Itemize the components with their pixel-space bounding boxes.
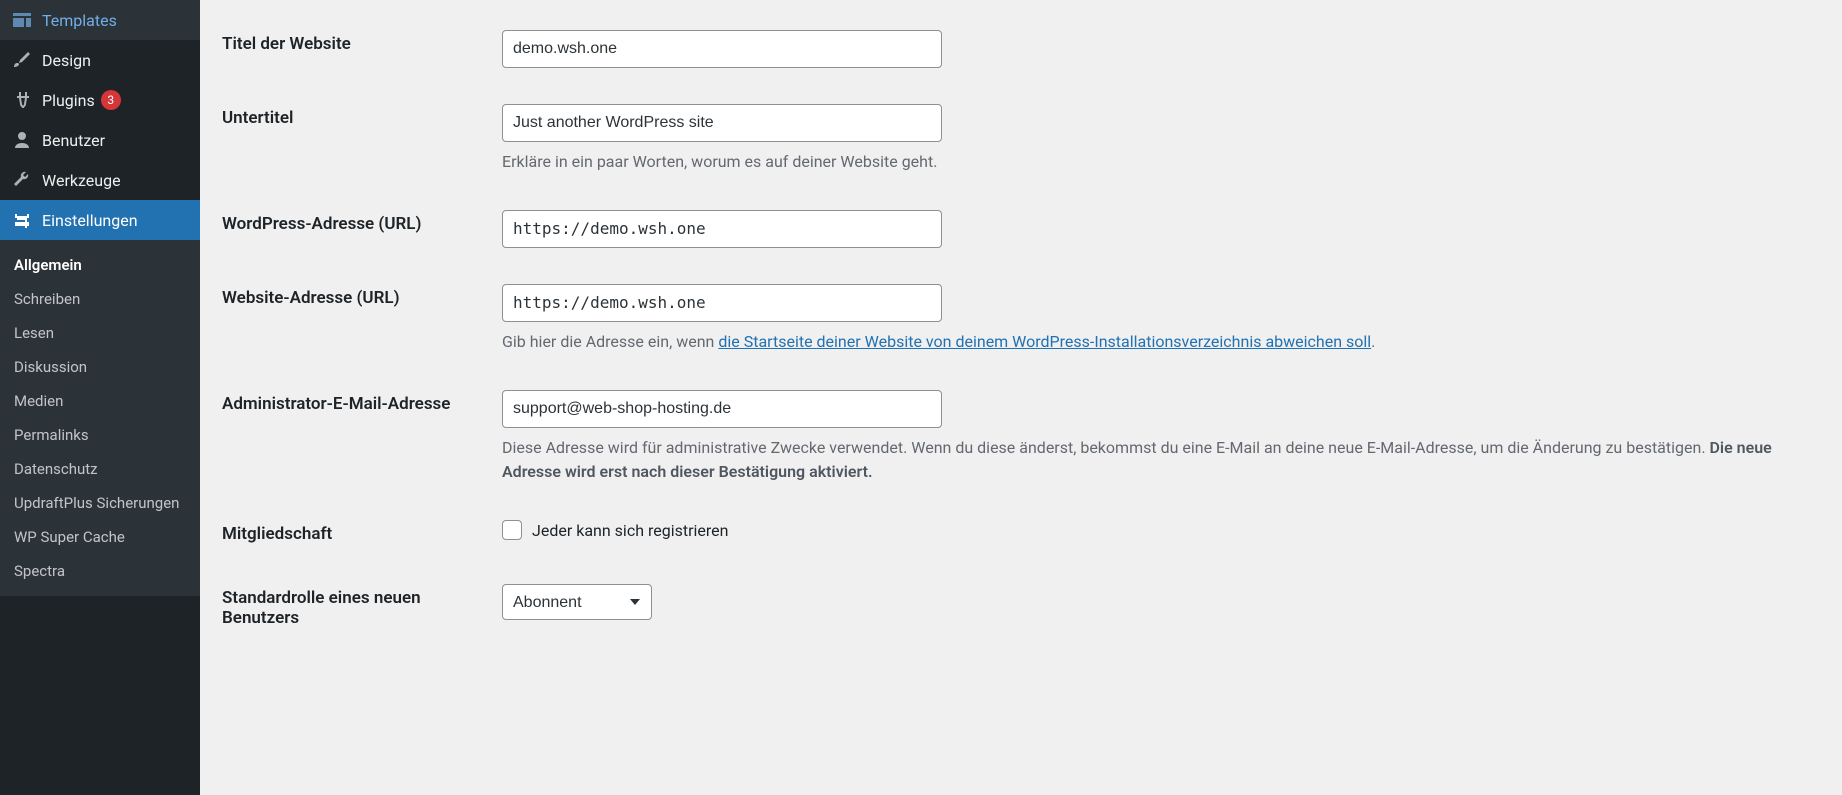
sidebar-item-users[interactable]: Benutzer <box>0 120 200 160</box>
submenu-item-writing[interactable]: Schreiben <box>0 282 200 316</box>
site-title-input[interactable] <box>502 30 942 68</box>
siteurl-help-link[interactable]: die Startseite deiner Website von deinem… <box>718 332 1371 351</box>
siteurl-help-post: . <box>1371 332 1375 351</box>
sidebar-item-label: Benutzer <box>42 131 105 150</box>
default-role-select[interactable]: Abonnent <box>502 584 652 620</box>
membership-label: Mitgliedschaft <box>222 502 492 566</box>
sidebar-item-templates[interactable]: Templates <box>0 0 200 40</box>
submenu-item-media[interactable]: Medien <box>0 384 200 418</box>
sidebar-item-label: Werkzeuge <box>42 171 121 190</box>
membership-checkbox[interactable] <box>502 520 522 540</box>
submenu-item-wpsupercache[interactable]: WP Super Cache <box>0 520 200 554</box>
plug-icon <box>12 90 32 110</box>
admin-sidebar: Templates Design Plugins 3 Benutzer Werk… <box>0 0 200 795</box>
tagline-input[interactable] <box>502 104 942 142</box>
sliders-icon <box>12 210 32 230</box>
sidebar-item-label: Einstellungen <box>42 211 138 230</box>
tagline-help: Erkläre in ein paar Worten, worum es auf… <box>502 150 1810 174</box>
brush-icon <box>12 50 32 70</box>
wrench-icon <box>12 170 32 190</box>
wpurl-label: WordPress-Adresse (URL) <box>222 192 492 266</box>
admin-email-input[interactable] <box>502 390 942 428</box>
siteurl-label: Website-Adresse (URL) <box>222 266 492 372</box>
templates-icon <box>12 10 32 30</box>
submenu-item-spectra[interactable]: Spectra <box>0 554 200 588</box>
sidebar-item-tools[interactable]: Werkzeuge <box>0 160 200 200</box>
sidebar-item-plugins[interactable]: Plugins 3 <box>0 80 200 120</box>
submenu-item-privacy[interactable]: Datenschutz <box>0 452 200 486</box>
siteurl-help: Gib hier die Adresse ein, wenn die Start… <box>502 330 1810 354</box>
default-role-label: Standardrolle eines neuen Benutzers <box>222 566 492 650</box>
update-badge: 3 <box>101 90 121 110</box>
tagline-label: Untertitel <box>222 86 492 192</box>
admin-email-label: Administrator-E-Mail-Adresse <box>222 372 492 502</box>
wpurl-input[interactable] <box>502 210 942 248</box>
sidebar-item-design[interactable]: Design <box>0 40 200 80</box>
submenu-item-discussion[interactable]: Diskussion <box>0 350 200 384</box>
siteurl-help-pre: Gib hier die Adresse ein, wenn <box>502 332 718 351</box>
sidebar-item-label: Templates <box>42 11 117 30</box>
submenu-item-updraftplus[interactable]: UpdraftPlus Sicherungen <box>0 486 200 520</box>
admin-email-help: Diese Adresse wird für administrative Zw… <box>502 436 1810 484</box>
admin-email-help-pre: Diese Adresse wird für administrative Zw… <box>502 438 1710 457</box>
membership-checkbox-label[interactable]: Jeder kann sich registrieren <box>502 520 728 540</box>
general-settings-form: Titel der Website Untertitel Erkläre in … <box>222 12 1820 650</box>
settings-submenu: Allgemein Schreiben Lesen Diskussion Med… <box>0 240 200 596</box>
submenu-item-general[interactable]: Allgemein <box>0 248 200 282</box>
siteurl-input[interactable] <box>502 284 942 322</box>
sidebar-item-label: Plugins <box>42 91 95 110</box>
submenu-item-reading[interactable]: Lesen <box>0 316 200 350</box>
membership-checkbox-text: Jeder kann sich registrieren <box>532 521 728 540</box>
site-title-label: Titel der Website <box>222 12 492 86</box>
sidebar-item-label: Design <box>42 51 91 70</box>
sidebar-item-settings[interactable]: Einstellungen <box>0 200 200 240</box>
submenu-item-permalinks[interactable]: Permalinks <box>0 418 200 452</box>
user-icon <box>12 130 32 150</box>
settings-content: Titel der Website Untertitel Erkläre in … <box>200 0 1842 795</box>
